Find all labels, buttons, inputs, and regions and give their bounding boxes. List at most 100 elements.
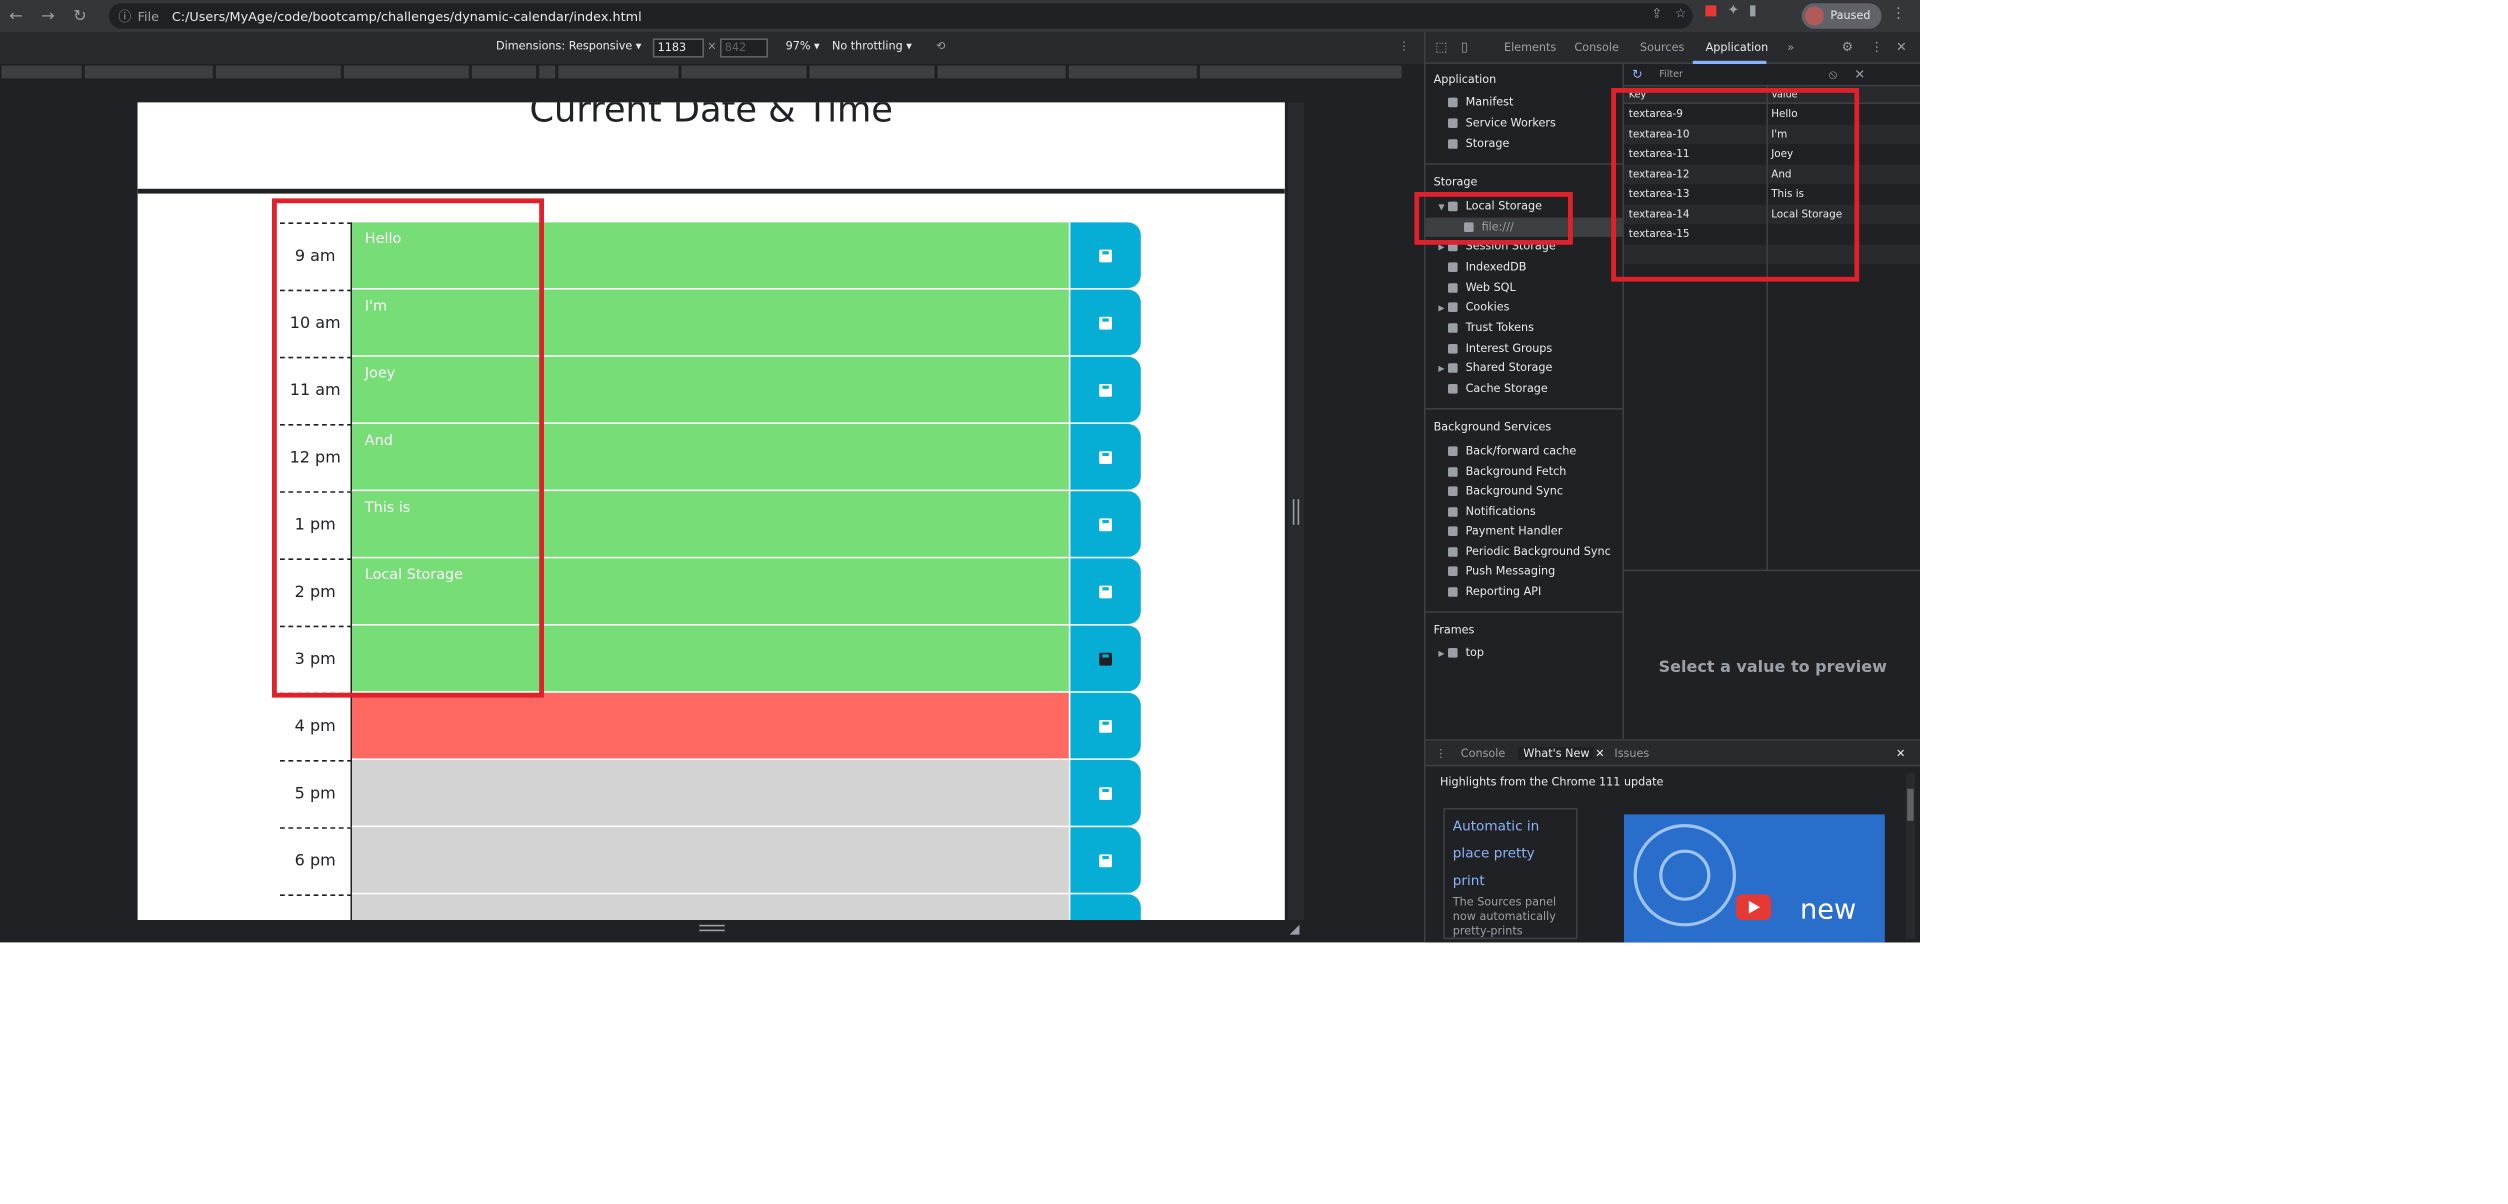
save-button[interactable]	[1070, 894, 1141, 920]
extension-icon[interactable]: ■	[1704, 3, 1718, 19]
sidebar-item-reporting-api[interactable]: Reporting API	[1448, 586, 1541, 598]
sidebar-item-background-fetch[interactable]: Background Fetch	[1448, 466, 1566, 478]
viewport-resize-handle-bottom[interactable]	[699, 924, 725, 932]
more-tabs-icon[interactable]: »	[1787, 42, 1794, 55]
tab-elements[interactable]: Elements	[1504, 42, 1556, 55]
devtools-drawer: ⋮ Console What's New ✕ Issues ✕ Highligh…	[1425, 739, 1920, 943]
sidebar-item-payment-handler[interactable]: Payment Handler	[1448, 525, 1562, 538]
page-header: Current Date & Time	[137, 102, 1285, 194]
collapsed-arrow-icon[interactable]: ▶	[1438, 365, 1444, 375]
preview-split-divider[interactable]	[1624, 569, 1920, 572]
side-panel-icon[interactable]: ▮	[1749, 3, 1757, 19]
refresh-icon[interactable]: ↻	[1632, 67, 1643, 81]
sidebar-item-cache-storage[interactable]: Cache Storage	[1448, 382, 1548, 395]
save-button[interactable]	[1070, 222, 1141, 288]
share-icon[interactable]: ⇪	[1651, 6, 1662, 20]
tab-sources[interactable]: Sources	[1640, 42, 1684, 55]
event-textarea[interactable]	[352, 894, 1069, 920]
whats-new-video-thumbnail[interactable]: new	[1624, 814, 1885, 943]
save-button[interactable]	[1070, 424, 1141, 490]
sidebar-item-manifest[interactable]: Manifest	[1448, 96, 1513, 109]
scroll-thumb[interactable]	[1907, 788, 1914, 821]
sidebar-item-background-sync[interactable]: Background Sync	[1448, 485, 1563, 498]
bookmark-star-icon[interactable]: ☆	[1675, 6, 1686, 20]
viewport-width-input[interactable]: 1183	[652, 38, 704, 58]
feature-card[interactable]: Automatic in place pretty print The Sour…	[1443, 808, 1578, 940]
clear-all-icon[interactable]: ⦸	[1829, 67, 1837, 83]
zoom-select[interactable]: 97% ▾	[786, 40, 820, 53]
save-button[interactable]	[1070, 558, 1141, 624]
sidebar-item-back-forward-cache[interactable]: Back/forward cache	[1448, 445, 1576, 458]
media-query-bar[interactable]	[0, 64, 1424, 80]
reload-icon[interactable]: ↻	[64, 0, 96, 32]
event-textarea[interactable]	[352, 760, 1069, 828]
device-toolbar-menu-icon[interactable]: ⋮	[1398, 40, 1409, 53]
drawer-menu-icon[interactable]: ⋮	[1435, 747, 1446, 760]
save-button[interactable]	[1070, 289, 1141, 356]
drawer-tab-console[interactable]: Console	[1461, 747, 1505, 760]
throttling-select[interactable]: No throttling ▾	[832, 40, 912, 53]
sidebar-item-indexeddb[interactable]: IndexedDB	[1448, 261, 1526, 274]
event-textarea[interactable]	[352, 692, 1069, 760]
sidebar-item-cookies[interactable]: Cookies	[1448, 301, 1509, 314]
floppy-disk-icon	[1099, 517, 1112, 531]
device-toolbar-toggle-icon[interactable]: ▯	[1461, 40, 1468, 54]
save-button[interactable]	[1070, 827, 1141, 893]
sidebar-item-periodic-background-sync[interactable]: Periodic Background Sync	[1448, 546, 1611, 558]
save-button[interactable]	[1070, 491, 1141, 557]
browser-window: ← → ↻ ⓘ File C:/Users/MyAge/code/bootcam…	[0, 0, 1920, 943]
sidebar-item-trust-tokens[interactable]: Trust Tokens	[1448, 322, 1534, 334]
dimension-separator: ×	[707, 40, 717, 53]
play-video-icon[interactable]	[1736, 894, 1772, 920]
filter-input[interactable]: Filter	[1656, 67, 1807, 84]
url-text[interactable]: C:/Users/MyAge/code/bootcamp/challenges/…	[172, 9, 642, 23]
close-devtools-icon[interactable]: ✕	[1896, 40, 1907, 54]
viewport-resize-corner[interactable]: ◢	[1290, 922, 1300, 936]
info-icon[interactable]: ⓘ	[118, 7, 131, 25]
rotate-icon[interactable]: ⟲	[936, 40, 945, 53]
profile-button[interactable]: Paused	[1801, 3, 1882, 29]
viewport-height-input[interactable]: 842	[720, 38, 768, 58]
hour-label: 4 pm	[280, 692, 352, 760]
drawer-scrollbar[interactable]	[1905, 772, 1916, 940]
database-icon	[1448, 283, 1458, 293]
puzzle-extensions-icon[interactable]: ✦	[1727, 3, 1739, 19]
database-icon	[1448, 384, 1458, 394]
dimensions-select[interactable]: Dimensions: Responsive ▾	[496, 40, 641, 53]
address-bar[interactable]: ⓘ File C:/Users/MyAge/code/bootcamp/chal…	[108, 3, 1693, 29]
sidebar-item-web-sql[interactable]: Web SQL	[1448, 282, 1516, 294]
annotation-box-storage-table	[1611, 88, 1860, 282]
settings-gear-icon[interactable]: ⚙	[1842, 40, 1853, 54]
sidebar-section-application: Application	[1433, 73, 1497, 87]
drawer-tab-issues[interactable]: Issues	[1614, 747, 1649, 760]
save-button[interactable]	[1070, 760, 1141, 826]
collapsed-arrow-icon[interactable]: ▶	[1438, 304, 1444, 314]
viewport-resize-handle-right[interactable]	[1292, 499, 1300, 525]
event-textarea[interactable]	[352, 827, 1069, 895]
devtools-menu-icon[interactable]: ⋮	[1870, 40, 1883, 54]
sidebar-item-interest-groups[interactable]: Interest Groups	[1448, 342, 1552, 355]
back-icon[interactable]: ←	[0, 0, 32, 32]
browser-menu-icon[interactable]: ⋮	[1891, 6, 1905, 22]
drawer-tab-whats-new[interactable]: What's New	[1518, 747, 1595, 760]
sidebar-item-service-workers[interactable]: Service Workers	[1448, 117, 1556, 130]
sidebar-item-shared-storage[interactable]: Shared Storage	[1448, 362, 1552, 374]
delete-selected-icon[interactable]: ✕	[1854, 67, 1865, 81]
inspect-element-icon[interactable]: ⬚	[1435, 40, 1447, 54]
feature-card-title[interactable]: Automatic in place pretty print	[1453, 814, 1568, 896]
close-tab-icon[interactable]: ✕	[1595, 747, 1604, 760]
collapsed-arrow-icon[interactable]: ▶	[1438, 650, 1444, 660]
tab-application[interactable]: Application	[1706, 42, 1769, 55]
sidebar-item-notifications[interactable]: Notifications	[1448, 506, 1536, 518]
floppy-disk-icon	[1099, 450, 1112, 464]
sidebar-item-push-messaging[interactable]: Push Messaging	[1448, 565, 1555, 578]
close-drawer-icon[interactable]: ✕	[1896, 747, 1905, 760]
save-button[interactable]	[1070, 692, 1141, 759]
tab-console[interactable]: Console	[1574, 42, 1618, 55]
save-button[interactable]	[1070, 625, 1141, 692]
save-button[interactable]	[1070, 356, 1141, 423]
sidebar-item-frame-top[interactable]: top	[1448, 646, 1484, 659]
sidebar-item-storage[interactable]: Storage	[1448, 138, 1509, 150]
sidebar-section-storage: Storage	[1433, 176, 1478, 189]
forward-icon[interactable]: →	[32, 0, 64, 32]
